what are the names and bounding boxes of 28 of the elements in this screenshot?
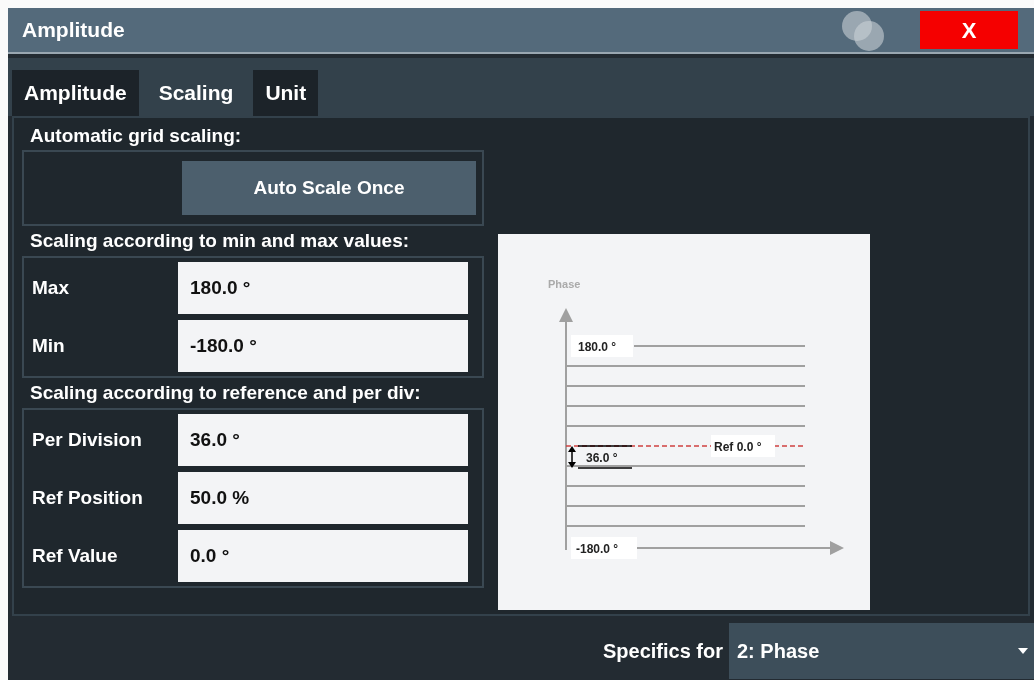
- auto-scale-button[interactable]: Auto Scale Once: [182, 161, 476, 215]
- specifics-dropdown[interactable]: 2: Phase: [729, 623, 1034, 679]
- close-button[interactable]: X: [920, 11, 1018, 49]
- axis-label: Phase: [548, 278, 581, 290]
- value-field[interactable]: 50.0 %: [178, 472, 468, 524]
- field-label: Ref Value: [31, 543, 119, 568]
- section-heading: Automatic grid scaling:: [29, 124, 243, 148]
- section-heading: Scaling according to reference and per div:: [29, 381, 422, 405]
- window-title: Amplitude: [22, 17, 126, 44]
- division-bracket: [568, 445, 633, 469]
- field-label: Ref Position: [31, 485, 144, 510]
- value-field[interactable]: 36.0 °: [178, 414, 468, 466]
- specifics-label: Specifics for: [602, 639, 723, 664]
- tab[interactable]: Amplitude: [12, 70, 139, 116]
- overlapping-circles-icon: [840, 9, 886, 51]
- bottom-value-tag: -180.0 °: [571, 537, 637, 559]
- field-label: Min: [31, 333, 66, 358]
- tab[interactable]: Unit: [253, 70, 319, 116]
- top-value-tag: 180.0 °: [571, 335, 633, 357]
- division-value-label: 36.0 °: [586, 451, 618, 465]
- field-label: Max: [31, 275, 70, 300]
- value-field[interactable]: -180.0 °: [178, 320, 468, 372]
- reference-value-tag: Ref 0.0 °: [711, 435, 775, 457]
- caret-icon: [1018, 648, 1028, 654]
- value-field[interactable]: 180.0 °: [178, 262, 468, 314]
- value-field[interactable]: 0.0 °: [178, 530, 468, 582]
- field-label: Per Division: [31, 427, 143, 452]
- section-heading: Scaling according to min and max values:: [29, 229, 411, 253]
